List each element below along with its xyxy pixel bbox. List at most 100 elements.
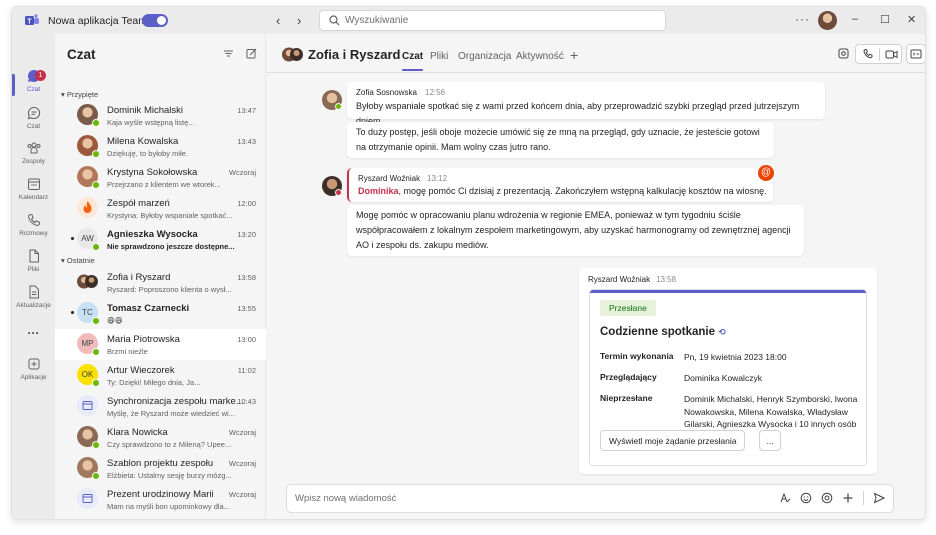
chat-name: Klara Nowicka <box>107 427 168 438</box>
conversation-title: Zofia i Ryszard <box>308 47 401 62</box>
phone-icon <box>27 213 40 227</box>
back-arrow-icon[interactable]: ‹ <box>276 13 280 28</box>
video-call-icon[interactable] <box>885 49 898 60</box>
chat-list-item[interactable]: Klara Nowicka Czy sprawdzono to z Mileną?… <box>55 422 266 453</box>
chat-preview: Kaja wyśle wstępną listę... <box>107 118 195 127</box>
tab-organization[interactable]: Organizacja <box>458 51 511 62</box>
share-screen-button[interactable] <box>906 44 925 64</box>
card-more-button[interactable]: ... <box>759 430 781 451</box>
call-divider <box>879 48 880 61</box>
rail-label-apps: Aplikacje <box>20 374 47 381</box>
new-teams-toggle[interactable] <box>142 14 168 27</box>
chat-time: 13:47 <box>237 106 256 115</box>
chat-preview: Nie sprawdzono jeszcze dostępne... <box>107 242 235 251</box>
chat-time: 13:00 <box>237 335 256 344</box>
app-title: Nowa aplikacja Teams <box>48 15 153 27</box>
rail-more-button[interactable]: ··· <box>12 326 55 340</box>
profile-avatar[interactable] <box>818 11 837 30</box>
rail-item-calendar[interactable]: Kalendarz <box>12 176 55 201</box>
message-author: Ryszard Woźniak <box>358 174 421 183</box>
rail-label-files: Pliki <box>27 266 40 273</box>
tab-activity[interactable]: Aktywność <box>516 51 564 62</box>
rail-item-apps[interactable]: Aplikacje <box>12 356 55 381</box>
chat-list-item[interactable]: Zofia i Ryszard Ryszard: Poproszono klien… <box>55 267 266 298</box>
chat-preview: Krystyna: Byłoby wspaniale spotkać... <box>107 211 233 220</box>
chat-name: Dominik Michalski <box>107 105 184 116</box>
audio-call-icon[interactable] <box>862 48 874 60</box>
send-icon[interactable] <box>873 492 885 504</box>
format-icon[interactable] <box>779 492 791 504</box>
popout-icon[interactable] <box>838 48 849 59</box>
chat-list-item[interactable]: Dominik Michalski Kaja wyśle wstępną list… <box>55 100 266 131</box>
view-request-button[interactable]: Wyświetl moje żądanie przesłania <box>600 430 746 451</box>
maximize-button[interactable]: ☐ <box>880 13 890 26</box>
rail-item-files[interactable]: Pliki <box>12 248 55 273</box>
tab-chat[interactable]: Czat <box>402 51 424 71</box>
chat-list-item[interactable]: Ryszard WoźniakWczoraj <box>55 515 266 519</box>
message-input[interactable] <box>295 485 765 512</box>
compose-box <box>286 484 894 513</box>
search-box[interactable] <box>319 10 666 31</box>
chat-time: 13:20 <box>237 230 256 239</box>
rail-item-teams[interactable]: Zespoły <box>12 140 55 165</box>
more-options-button[interactable]: ··· <box>795 12 810 26</box>
mention-dominika[interactable]: Dominika <box>358 186 399 196</box>
title-bar: T Nowa aplikacja Teams ‹ › ··· – ☐ ✕ <box>12 7 925 34</box>
unread-indicator <box>71 237 74 240</box>
group-avatar-icon <box>77 274 98 289</box>
chat-time: Wczoraj <box>228 168 256 177</box>
compose-tools <box>779 491 885 505</box>
search-input[interactable] <box>345 11 655 30</box>
chat-name: Szablon projektu zespołu <box>107 458 214 469</box>
calendar-icon <box>27 178 40 190</box>
chat-preview: Myślę, że Ryszard może wiedzieć wi... <box>107 409 235 418</box>
filter-icon[interactable] <box>223 48 234 59</box>
mention-badge-icon: @ <box>758 165 774 181</box>
add-tab-button[interactable]: + <box>570 47 578 63</box>
chat-list-item[interactable]: AW Agnieszka Wysocka Nie sprawdzono jeszcz… <box>55 224 266 255</box>
chat-list-item[interactable]: TC Tomasz Czarnecki 😄😄 13:55 <box>55 298 266 329</box>
plus-icon[interactable] <box>842 492 854 504</box>
chat-list-item[interactable]: Szablon projektu zespołu Elżbieta: Ustalm… <box>55 453 266 484</box>
chat-list-item[interactable]: MP Maria Piotrowska Brzmi nieźle 13:00 <box>55 329 266 360</box>
notification-badge: 1 <box>35 70 46 81</box>
chat-list-item[interactable]: Prezent urodzinowy Marii Mam na myśli bon… <box>55 484 266 515</box>
rail-item-calls[interactable]: Rozmowy <box>12 212 55 237</box>
close-button[interactable]: ✕ <box>907 13 916 26</box>
chat-list-actions <box>223 48 257 59</box>
emoji-icon[interactable] <box>800 492 812 504</box>
rail-item-activity[interactable]: Aktualizacje <box>12 284 55 309</box>
chat-list-item[interactable]: Krystyna Sokołowska Przejrzano z klientem… <box>55 162 266 193</box>
status-badge: Przesłane <box>600 300 656 316</box>
chat-time: 13:55 <box>237 304 256 313</box>
chat-time: 12:00 <box>237 199 256 208</box>
rail-label-chat: Czat <box>26 86 41 93</box>
recent-label-text: Ostatnie <box>66 256 95 265</box>
minimize-button[interactable]: – <box>852 13 858 25</box>
message-bubble-4: Mogę pomóc w opracowaniu planu wdrożenia… <box>347 205 804 256</box>
forward-arrow-icon[interactable]: › <box>297 13 301 28</box>
tab-files[interactable]: Pliki <box>430 51 448 62</box>
chat-list-item[interactable]: Milena Kowalska Dziękuję, to byłoby miłe.… <box>55 131 266 162</box>
presence-indicator <box>92 472 100 480</box>
avatar <box>77 395 98 416</box>
chat-list-item[interactable]: OK Artur Wieczorek Ty: Dzięki! Miłego dnia… <box>55 360 266 391</box>
chat-preview: Przejrzano z klientem we wtorek... <box>107 180 221 189</box>
rail-item-chat[interactable]: Czat <box>12 105 55 130</box>
message-time: 13:12 <box>427 174 448 183</box>
chat-list-item[interactable]: Synchronizacja zespołu marke... Myślę, że… <box>55 391 266 422</box>
new-chat-icon[interactable] <box>246 48 257 59</box>
loop-icon: ⟲ <box>718 327 726 337</box>
chat-time: 11:02 <box>237 366 256 375</box>
rail-item-chat-active[interactable]: Czat <box>12 68 55 93</box>
message-author: Zofia Sosnowska <box>356 88 417 97</box>
chat-list-item[interactable]: Zespół marzeń Krystyna: Byłoby wspaniale … <box>55 193 266 224</box>
loop-component-icon[interactable] <box>821 492 833 504</box>
teams-logo-icon: T <box>25 14 39 25</box>
conversation-pane: Zofia i Ryszard Czat Pliki Organizacja A… <box>267 34 925 519</box>
svg-text:T: T <box>27 18 32 25</box>
chat-time: 13:58 <box>237 273 256 282</box>
message-bubble-3: Ryszard Woźniak 13:12 Dominika, mogę pom… <box>347 168 773 202</box>
task-card-accent <box>590 290 866 293</box>
message-text: To duży postęp, jeśli oboje możecie umów… <box>356 127 760 152</box>
